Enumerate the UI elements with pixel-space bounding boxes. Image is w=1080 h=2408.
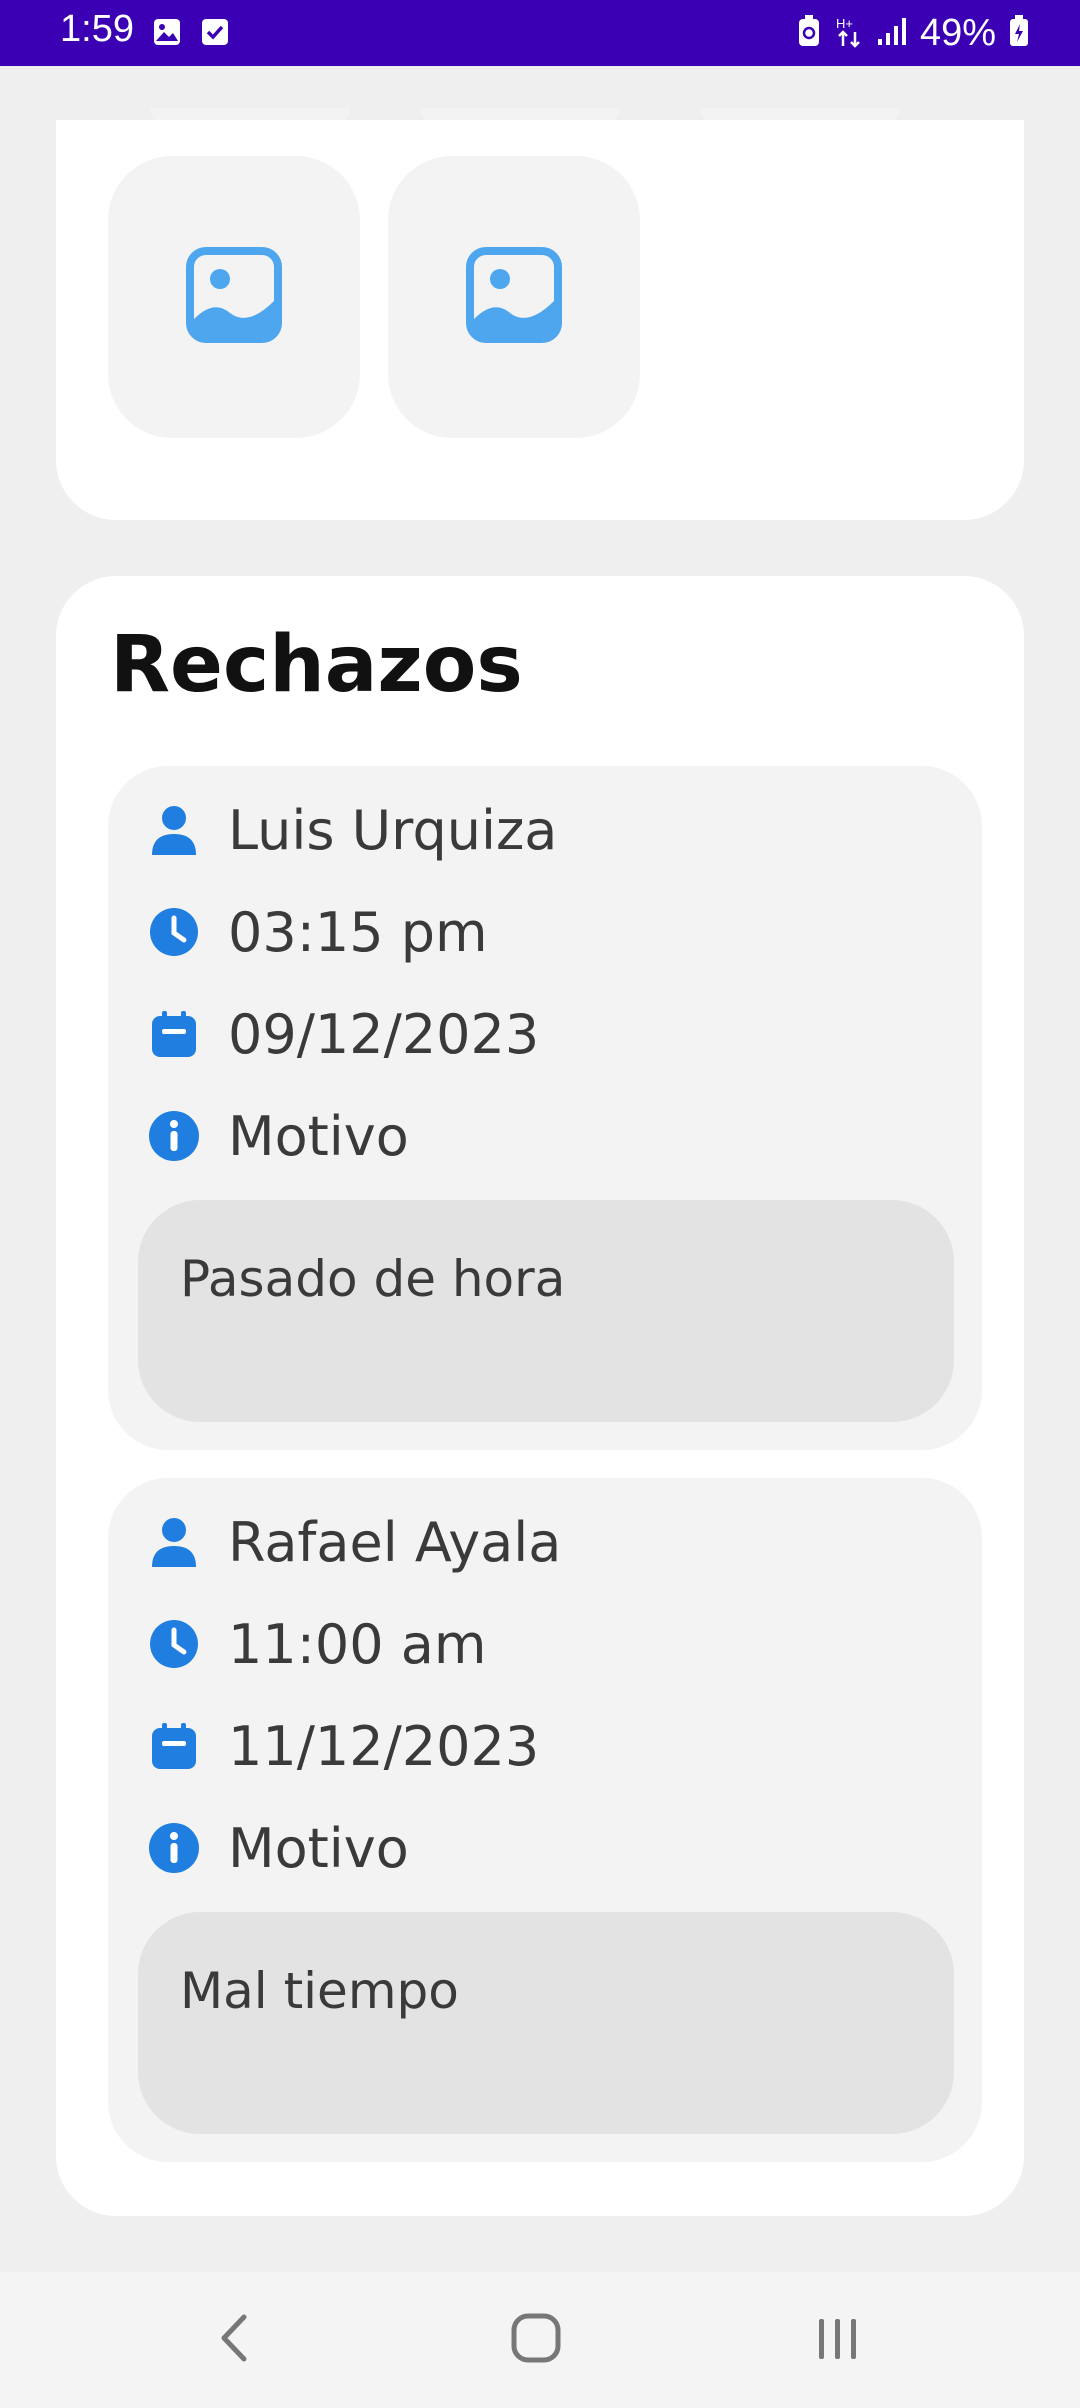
reason-box: Pasado de hora [138,1200,954,1422]
entry-time-row: 11:00 am [148,1612,487,1676]
entry-name-row: Rafael Ayala [148,1510,562,1574]
battery-percent: 49% [919,11,996,54]
battery-icon [1008,14,1030,52]
calendar-icon [148,1720,200,1772]
entry-reason-row: Motivo [148,1104,409,1168]
entry-date: 11/12/2023 [228,1714,540,1778]
home-button[interactable] [496,2300,576,2380]
section-title: Rechazos [110,620,523,710]
entry-name-row: Luis Urquiza [148,798,558,862]
entry-date-row: 11/12/2023 [148,1714,540,1778]
calendar-icon [148,1008,200,1060]
person-icon [148,1516,200,1568]
entry-name: Rafael Ayala [228,1510,562,1574]
signal-icon [876,15,908,51]
entry-date-row: 09/12/2023 [148,1002,540,1066]
image-tile[interactable] [388,156,640,438]
reason-box: Mal tiempo [138,1912,954,2134]
info-icon [148,1822,200,1874]
data-transfer-icon: H+ [834,14,864,52]
system-nav-bar [0,2272,1080,2408]
battery-saver-icon [796,14,822,52]
clock-icon [148,1618,200,1670]
entry-time-row: 03:15 pm [148,900,488,964]
entry-date: 09/12/2023 [228,1002,540,1066]
status-time: 1:59 [60,8,134,50]
entry-reason-row: Motivo [148,1816,409,1880]
back-icon [214,2313,254,2367]
home-icon [510,2312,562,2368]
person-icon [148,804,200,856]
entry-time: 03:15 pm [228,900,488,964]
reason-label: Motivo [228,1104,409,1168]
rejection-entry: Rafael Ayala 11:00 am 11/12/2023 Motivo … [108,1478,982,2162]
rejection-entry: Luis Urquiza 03:15 pm 09/12/2023 Motivo … [108,766,982,1450]
image-placeholder-icon [186,247,282,347]
reason-text: Mal tiempo [180,1962,459,2020]
checkbox-icon [200,17,230,47]
recents-button[interactable] [798,2300,878,2380]
svg-text:H+: H+ [836,16,853,31]
reason-label: Motivo [228,1816,409,1880]
image-placeholder-icon [466,247,562,347]
recents-icon [813,2313,863,2367]
image-tile[interactable] [108,156,360,438]
gallery-icon [152,17,182,47]
entry-time: 11:00 am [228,1612,487,1676]
back-button[interactable] [194,2300,274,2380]
status-bar: 1:59 H+ 49% [0,0,1080,66]
clock-icon [148,906,200,958]
info-icon [148,1110,200,1162]
reason-text: Pasado de hora [180,1250,566,1308]
entry-name: Luis Urquiza [228,798,558,862]
